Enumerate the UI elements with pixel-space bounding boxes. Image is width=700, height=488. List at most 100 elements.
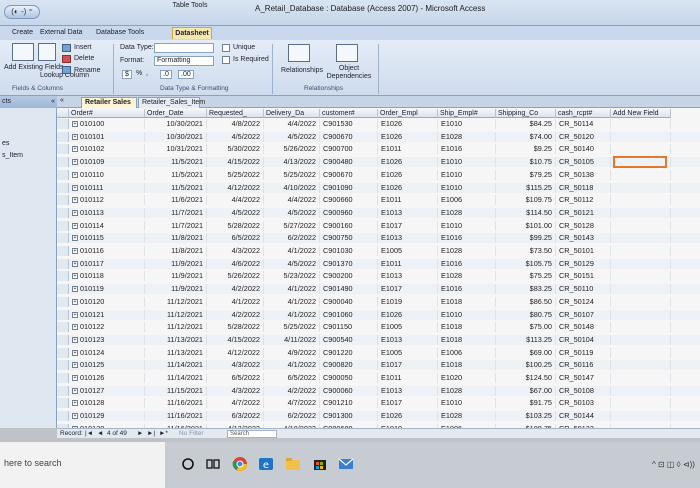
record-selector[interactable] bbox=[57, 322, 69, 333]
cell-ship-empl[interactable]: E1028 bbox=[438, 271, 496, 282]
cell-order-date[interactable]: 11/12/2021 bbox=[145, 309, 207, 320]
cell-shipping-cost[interactable]: $115.25 bbox=[496, 182, 556, 193]
record-position[interactable]: 4 of 49 bbox=[107, 429, 127, 438]
cell-shipping-cost[interactable]: $100.25 bbox=[496, 360, 556, 371]
cell-requested[interactable]: 4/6/2022 bbox=[207, 258, 264, 269]
object-dependencies-button[interactable]: Object Dependencies bbox=[324, 65, 374, 81]
expand-subdatasheet-icon[interactable]: + bbox=[72, 121, 78, 128]
cell-delivery-date[interactable]: 6/2/2022 bbox=[264, 411, 320, 422]
new-record-button[interactable]: ►* bbox=[159, 429, 168, 438]
cell-shipping-cost[interactable]: $69.00 bbox=[496, 347, 556, 358]
cell-delivery-date[interactable]: 4/1/2022 bbox=[264, 309, 320, 320]
cell-order[interactable]: +010115 bbox=[69, 233, 145, 244]
cell-cash-rcpt[interactable]: CR_50108 bbox=[556, 385, 611, 396]
cell-order[interactable]: +010127 bbox=[69, 385, 145, 396]
cell-ship-empl[interactable]: E1016 bbox=[438, 284, 496, 295]
cell-delivery-date[interactable]: 4/2/2022 bbox=[264, 385, 320, 396]
table-grid-icon[interactable] bbox=[12, 43, 34, 61]
cell-requested[interactable]: 6/5/2022 bbox=[207, 373, 264, 383]
cell-add-new-field[interactable] bbox=[611, 233, 671, 244]
cell-delivery-date[interactable]: 4/7/2022 bbox=[264, 398, 320, 409]
decrease-decimals-button[interactable]: .00 bbox=[178, 70, 194, 79]
cell-order[interactable]: +010101 bbox=[69, 131, 145, 142]
cell-shipping-cost[interactable]: $91.75 bbox=[496, 398, 556, 409]
record-selector[interactable] bbox=[57, 220, 69, 231]
delete-icon[interactable] bbox=[62, 55, 71, 63]
cell-shipping-cost[interactable]: $114.50 bbox=[496, 207, 556, 218]
cell-delivery-date[interactable]: 4/1/2022 bbox=[264, 360, 320, 371]
cell-cash-rcpt[interactable]: CR_50105 bbox=[556, 157, 611, 168]
percent-format-button[interactable]: % bbox=[136, 70, 142, 77]
cell-add-new-field[interactable] bbox=[611, 309, 671, 320]
cell-requested[interactable]: 4/2/2022 bbox=[207, 284, 264, 295]
cell-customer[interactable]: C901370 bbox=[320, 258, 378, 269]
cortana-icon[interactable] bbox=[180, 456, 196, 472]
system-tray[interactable]: ^ ⊡ ◫ ◊ ⊲)) bbox=[652, 460, 695, 469]
cell-delivery-date[interactable]: 5/25/2022 bbox=[264, 169, 320, 180]
table-row[interactable]: +010109 11/5/2021 4/15/2022 4/13/2022 C90048… bbox=[57, 157, 700, 168]
cell-shipping-cost[interactable]: $84.25 bbox=[496, 119, 556, 129]
cell-requested[interactable]: 4/3/2022 bbox=[207, 360, 264, 371]
expand-subdatasheet-icon[interactable]: + bbox=[72, 184, 78, 191]
cell-ship-empl[interactable]: E1028 bbox=[438, 131, 496, 142]
cell-requested[interactable]: 4/2/2022 bbox=[207, 309, 264, 320]
cell-add-new-field[interactable] bbox=[611, 373, 671, 383]
nav-item-retailer-sales-item[interactable]: s_Item bbox=[2, 152, 23, 159]
cell-add-new-field[interactable] bbox=[611, 296, 671, 307]
file-explorer-icon[interactable] bbox=[285, 456, 301, 472]
cell-order-empl[interactable]: E1026 bbox=[378, 309, 438, 320]
cell-customer[interactable]: C900670 bbox=[320, 131, 378, 142]
column-header-order-date[interactable]: Order_Date bbox=[145, 109, 207, 118]
cell-customer[interactable]: C900750 bbox=[320, 233, 378, 244]
quick-access-toolbar[interactable]: (◐ -) ⁼ bbox=[4, 5, 40, 19]
expand-subdatasheet-icon[interactable]: + bbox=[72, 159, 78, 166]
cell-order-date[interactable]: 11/12/2021 bbox=[145, 296, 207, 307]
last-record-button[interactable]: ►| bbox=[147, 429, 155, 438]
cell-order-date[interactable]: 11/16/2021 bbox=[145, 411, 207, 422]
cell-add-new-field[interactable] bbox=[611, 284, 671, 295]
lookup-column-icon[interactable] bbox=[38, 43, 56, 61]
cell-ship-empl[interactable]: E1006 bbox=[438, 347, 496, 358]
cell-cash-rcpt[interactable]: CR_50104 bbox=[556, 334, 611, 345]
delete-button[interactable]: Delete bbox=[74, 55, 94, 62]
cell-add-new-field[interactable] bbox=[611, 195, 671, 206]
cell-ship-empl[interactable]: E1010 bbox=[438, 220, 496, 231]
cell-order-empl[interactable]: E1017 bbox=[378, 398, 438, 409]
table-row[interactable]: +010118 11/9/2021 5/26/2022 5/23/2022 C90020… bbox=[57, 271, 700, 282]
cell-ship-empl[interactable]: E1028 bbox=[438, 411, 496, 422]
expand-subdatasheet-icon[interactable]: + bbox=[72, 260, 78, 267]
cell-add-new-field[interactable] bbox=[611, 220, 671, 231]
cell-requested[interactable]: 5/26/2022 bbox=[207, 271, 264, 282]
cell-order-date[interactable]: 10/30/2021 bbox=[145, 119, 207, 129]
cell-customer[interactable]: C900960 bbox=[320, 207, 378, 218]
cell-ship-empl[interactable]: E1016 bbox=[438, 258, 496, 269]
cell-order-empl[interactable]: E1011 bbox=[378, 373, 438, 383]
cell-cash-rcpt[interactable]: CR_50151 bbox=[556, 271, 611, 282]
cell-delivery-date[interactable]: 4/1/2022 bbox=[264, 284, 320, 295]
cell-requested[interactable]: 4/3/2022 bbox=[207, 246, 264, 256]
cell-order-date[interactable]: 11/12/2021 bbox=[145, 322, 207, 333]
cell-shipping-cost[interactable]: $75.25 bbox=[496, 271, 556, 282]
record-selector[interactable] bbox=[57, 144, 69, 155]
tab-database-tools[interactable]: Database Tools bbox=[96, 27, 144, 39]
record-selector[interactable] bbox=[57, 207, 69, 218]
cell-order-empl[interactable]: E1013 bbox=[378, 233, 438, 244]
cell-customer[interactable]: C901490 bbox=[320, 284, 378, 295]
table-row[interactable]: +010112 11/6/2021 4/4/2022 4/4/2022 C900660 E… bbox=[57, 195, 700, 206]
table-row[interactable]: +010129 11/16/2021 6/3/2022 6/2/2022 C901300… bbox=[57, 411, 700, 422]
cell-requested[interactable]: 5/25/2022 bbox=[207, 169, 264, 180]
column-header-requested[interactable]: Requested_ bbox=[207, 109, 264, 118]
column-header-ship-empl[interactable]: Ship_Empl# bbox=[438, 109, 496, 118]
cell-order-date[interactable]: 11/5/2021 bbox=[145, 182, 207, 193]
expand-subdatasheet-icon[interactable]: + bbox=[72, 311, 78, 318]
cell-order[interactable]: +010124 bbox=[69, 347, 145, 358]
record-selector[interactable] bbox=[57, 373, 69, 383]
cell-order[interactable]: +010118 bbox=[69, 271, 145, 282]
cell-order[interactable]: +010114 bbox=[69, 220, 145, 231]
cell-requested[interactable]: 4/1/2022 bbox=[207, 296, 264, 307]
record-selector[interactable] bbox=[57, 246, 69, 256]
table-row[interactable]: +010113 11/7/2021 4/5/2022 4/5/2022 C900960 E… bbox=[57, 207, 700, 219]
cell-shipping-cost[interactable]: $10.75 bbox=[496, 157, 556, 168]
record-selector[interactable] bbox=[57, 258, 69, 269]
cell-order-date[interactable]: 11/6/2021 bbox=[145, 195, 207, 206]
